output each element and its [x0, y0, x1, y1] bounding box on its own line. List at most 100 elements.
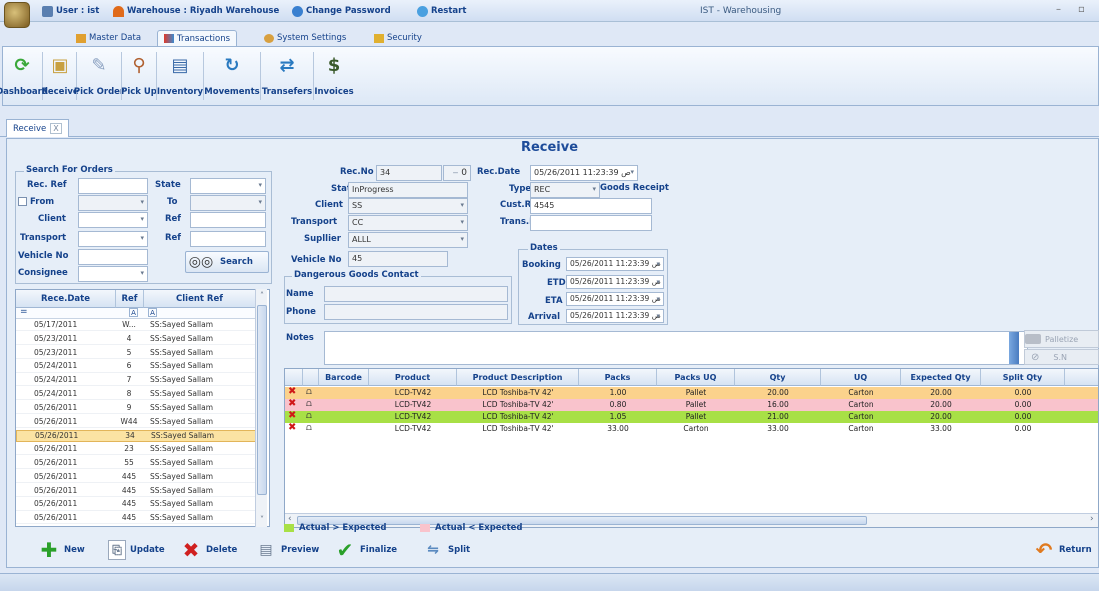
column-header-packs[interactable]: Packs: [579, 369, 657, 386]
sn-button[interactable]: ⊘ S.N: [1024, 349, 1099, 365]
list-item[interactable]: 05/24/2011 7 SS:Sayed Sallam: [16, 375, 256, 387]
delete-row-icon[interactable]: ✖: [288, 422, 296, 433]
filter-icon[interactable]: A: [129, 308, 138, 317]
ref2-input[interactable]: [190, 231, 266, 247]
tab-transactions[interactable]: Transactions: [157, 30, 238, 46]
name-field[interactable]: [324, 286, 508, 302]
column-header-product-description[interactable]: Product Description: [457, 369, 579, 386]
orders-list-grid[interactable]: Rece.Date Ref Client Ref = A A 05/17/201…: [15, 289, 270, 527]
list-item[interactable]: 05/26/2011 445 SS:Sayed Sallam: [16, 486, 256, 497]
list-item[interactable]: 05/26/2011 445 SS:Sayed Sallam: [16, 499, 256, 511]
binoculars-icon[interactable]: ⩍: [306, 399, 312, 409]
phone-field[interactable]: [324, 304, 508, 320]
etd-date-picker[interactable]: 05/26/2011 11:23:39 ص: [566, 275, 664, 289]
change-password-button[interactable]: Change Password: [292, 4, 391, 18]
binoculars-icon[interactable]: ⩍: [306, 411, 312, 421]
close-icon[interactable]: X: [50, 123, 62, 134]
search-button[interactable]: ◎◎ Search: [185, 251, 269, 273]
column-header-barcode[interactable]: Barcode: [319, 369, 369, 386]
from-date-picker[interactable]: [78, 195, 148, 211]
table-row[interactable]: ✖ ⩍ LCD-TV42 LCD Toshiba-TV 42' 1.05 Pallet 21…: [285, 410, 1098, 423]
scroll-up-icon[interactable]: ˄: [257, 291, 267, 300]
type-select[interactable]: REC: [530, 182, 600, 198]
from-checkbox[interactable]: [18, 197, 27, 206]
vehicle-detail-field[interactable]: 45: [348, 251, 448, 267]
filter-row[interactable]: = A A: [16, 307, 256, 319]
binoculars-icon[interactable]: ⩍: [306, 387, 312, 397]
tab-security[interactable]: Security: [368, 30, 428, 46]
column-header-split-qty[interactable]: Split Qty: [981, 369, 1065, 386]
list-item[interactable]: 05/26/2011 445 SS:Sayed Sallam: [16, 513, 256, 525]
booking-date-picker[interactable]: 05/26/2011 11:23:39 ص: [566, 257, 664, 271]
table-row[interactable]: ✖ ⩍ LCD-TV42 LCD Toshiba-TV 42' 33.00 Carton 3…: [285, 422, 1098, 435]
trans-ref-input[interactable]: [530, 215, 652, 231]
dashboard-button[interactable]: ⟳ Dashboard: [0, 49, 48, 105]
column-header-expected-qty[interactable]: Expected Qty: [901, 369, 981, 386]
filter-operator[interactable]: =: [20, 307, 28, 317]
table-row[interactable]: ✖ ⩍ LCD-TV42 LCD Toshiba-TV 42' 0.80 Pallet 16…: [285, 398, 1098, 411]
warehouse-indicator[interactable]: Warehouse : Riyadh Warehouse: [113, 4, 279, 18]
receive-button[interactable]: ▣ Receive: [41, 49, 78, 105]
list-item[interactable]: 05/23/2011 4 SS:Sayed Sallam: [16, 334, 256, 345]
items-grid-h-scrollbar[interactable]: ‹ ›: [285, 513, 1098, 527]
column-header-uq[interactable]: UQ: [821, 369, 901, 386]
return-button[interactable]: ↶ Return: [1033, 538, 1092, 562]
column-header-client-ref[interactable]: Client Ref: [144, 290, 256, 308]
list-item[interactable]: 05/23/2011 5 SS:Sayed Sallam: [16, 348, 256, 359]
list-item[interactable]: 05/26/2011 23 SS:Sayed Sallam: [16, 444, 256, 456]
maximize-button[interactable]: ▫: [1078, 4, 1085, 15]
consignee-select[interactable]: [78, 266, 148, 282]
delete-row-icon[interactable]: ✖: [288, 398, 296, 409]
notes-textarea[interactable]: [324, 331, 1028, 365]
invoices-button[interactable]: $ Invoices: [314, 49, 354, 105]
transfers-button[interactable]: ⇄ Transefers: [262, 49, 312, 105]
user-indicator[interactable]: User : ist: [42, 4, 99, 18]
tab-master-data[interactable]: Master Data: [70, 30, 147, 46]
tab-receive-document[interactable]: Receive X: [6, 119, 69, 137]
delete-row-icon[interactable]: ✖: [288, 410, 296, 421]
column-header-rece-date[interactable]: Rece.Date: [16, 290, 116, 308]
list-item[interactable]: 05/26/2011 9 SS:Sayed Sallam: [16, 403, 256, 414]
list-item[interactable]: 05/26/2011 34 SS:Sayed Sallam: [16, 430, 256, 442]
minimize-button[interactable]: –: [1056, 4, 1061, 15]
vehicle-input[interactable]: [78, 249, 148, 265]
rec-no-spinner[interactable]: ‒ 0: [443, 165, 471, 181]
notes-scrollbar[interactable]: [1009, 332, 1019, 364]
finalize-button[interactable]: ✔ Finalize: [334, 538, 397, 562]
pick-order-button[interactable]: ✎ Pick Order: [74, 49, 124, 105]
column-header-product[interactable]: Product: [369, 369, 457, 386]
palletize-button[interactable]: Palletize: [1024, 330, 1099, 348]
pick-up-button[interactable]: ⚲ Pick Up: [121, 49, 157, 105]
filter-icon[interactable]: A: [148, 308, 157, 317]
ref-input[interactable]: [190, 212, 266, 228]
table-row[interactable]: ✖ ⩍ LCD-TV42 LCD Toshiba-TV 42' 1.00 Pallet 20…: [285, 386, 1098, 399]
column-header-qty[interactable]: Qty: [735, 369, 821, 386]
app-logo[interactable]: [4, 2, 30, 28]
list-item[interactable]: 05/24/2011 6 SS:Sayed Sallam: [16, 361, 256, 373]
inventory-button[interactable]: ▤ Inventory: [157, 49, 203, 105]
list-item[interactable]: 05/26/2011 445 SS:Sayed Sallam: [16, 472, 256, 483]
movements-button[interactable]: ↻ Movements: [204, 49, 259, 105]
rec-ref-input[interactable]: [78, 178, 148, 194]
cust-ref-input[interactable]: 4545: [530, 198, 652, 214]
scroll-thumb[interactable]: [257, 305, 267, 495]
delete-row-icon[interactable]: ✖: [288, 386, 296, 397]
list-item[interactable]: 05/26/2011 55 SS:Sayed Sallam: [16, 458, 256, 470]
list-item[interactable]: 05/26/2011 W44 SS:Sayed Sallam: [16, 417, 256, 428]
column-header-ref[interactable]: Ref: [116, 290, 144, 308]
client-select[interactable]: [78, 212, 148, 228]
state-select[interactable]: [190, 178, 266, 194]
rec-date-picker[interactable]: 05/26/2011 11:23:39 ص: [530, 165, 638, 181]
list-item[interactable]: 05/24/2011 8 SS:Sayed Sallam: [16, 389, 256, 401]
new-button[interactable]: ✚ New: [38, 538, 85, 562]
scroll-right-icon[interactable]: ›: [1090, 514, 1094, 524]
transport-select[interactable]: [78, 231, 148, 247]
restart-button[interactable]: Restart: [417, 4, 466, 18]
preview-button[interactable]: ▤ Preview: [255, 538, 319, 562]
orders-list-scrollbar[interactable]: ˄ ˅: [255, 289, 267, 527]
client-detail-select[interactable]: SS: [348, 198, 468, 214]
split-button[interactable]: ⇋ Split: [422, 538, 470, 562]
tab-system-settings[interactable]: System Settings: [258, 30, 352, 46]
to-date-picker[interactable]: [190, 195, 266, 211]
arrival-date-picker[interactable]: 05/26/2011 11:23:39 ص: [566, 309, 664, 323]
